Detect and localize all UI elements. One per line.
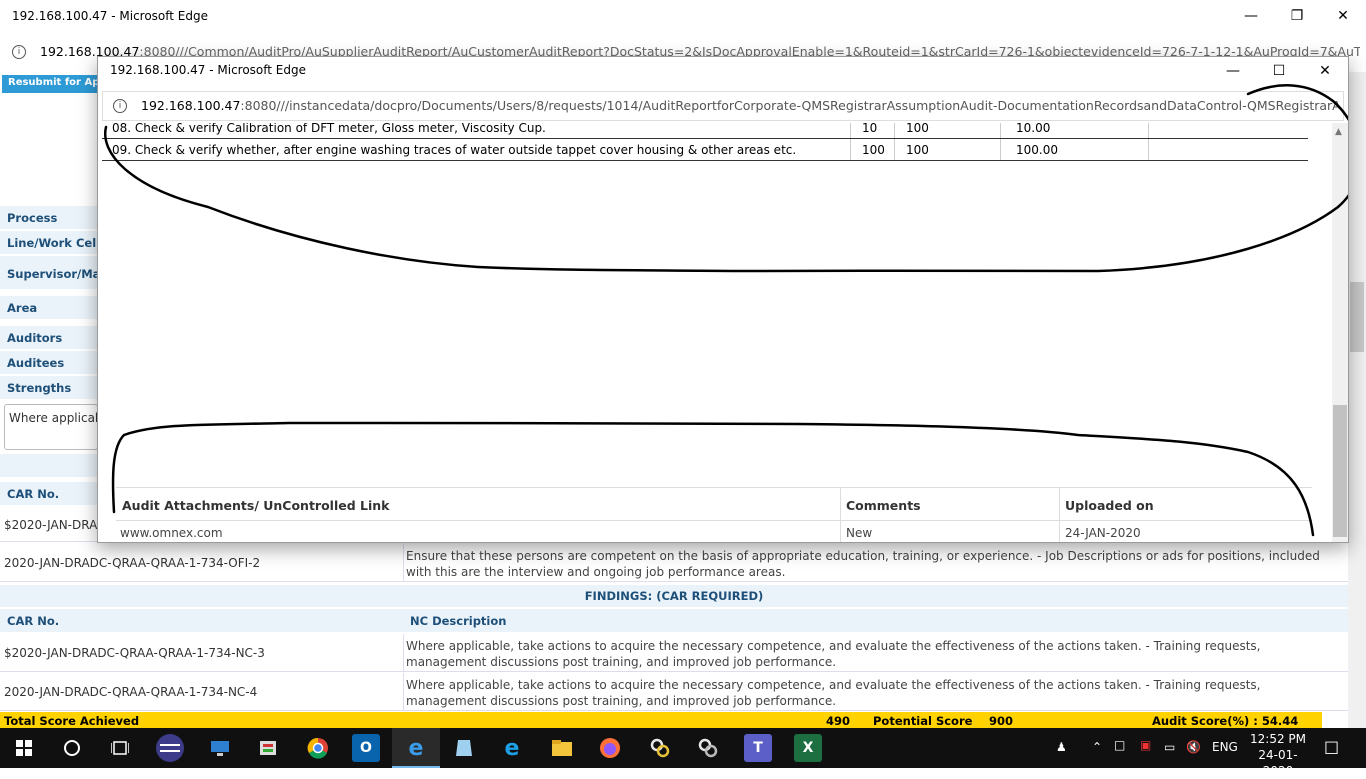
app-knot-icon-1[interactable] [646,734,674,762]
label-line-work-cell: Line/Work Cell: [0,231,100,255]
language-indicator[interactable]: ENG [1212,740,1238,754]
label-auditees: Auditees [0,351,100,375]
label-area: Area [0,296,100,320]
findings-title: FINDINGS: (CAR REQUIRED) [0,585,1348,607]
teams-icon[interactable]: T [744,734,772,762]
notifications-icon[interactable]: □ [1324,737,1339,756]
checklist-row-09-text: 09. Check & verify whether, after engine… [112,143,797,157]
popup-scrollbar[interactable]: ▲ [1332,123,1348,542]
checklist-row-08-b: 100 [906,123,929,135]
resubmit-button[interactable]: Resubmit for Appr [2,75,112,93]
popup-url-rest: :8080///instancedata/docpro/Documents/Us… [240,98,1339,113]
outer-scrollbar-thumb[interactable] [1350,282,1364,352]
label-auditors: Auditors [0,326,100,350]
popup-scrollbar-thumb[interactable] [1333,405,1347,537]
popup-minimize-icon[interactable]: — [1210,57,1256,85]
popup-close-icon[interactable]: ✕ [1302,57,1348,85]
checklist-row-08-a: 10 [862,123,878,135]
nc-header: CAR No. NC Description [0,609,1348,633]
taskbar: O e e T X ♟ ⌃ □ ▣ ▭ 🔇 ENG 12:52 PM 24-01… [0,728,1366,778]
nc-row-2-desc: Where applicable, take actions to acquir… [406,678,1261,708]
checklist-row-09-a: 100 [862,143,885,157]
app-globe-icon[interactable] [156,734,184,762]
attachment-row: www.omnex.com New 24-JAN-2020 [116,521,1312,542]
outer-scrollbar[interactable] [1348,72,1366,728]
outer-title-bar: 192.168.100.47 - Microsoft Edge — ❐ ✕ [0,0,1366,32]
excel-icon[interactable]: X [794,734,822,762]
total-score-label: Total Score Achieved [4,714,140,728]
tray-antivirus-icon[interactable]: ▣ [1140,738,1151,752]
popup-address-bar[interactable]: i 192.168.100.47:8080///instancedata/doc… [102,91,1344,121]
app-notepad-icon[interactable] [450,734,478,762]
nc-desc-header: NC Description [410,614,507,628]
total-score-bar: Total Score Achieved 490 Potential Score… [0,712,1322,728]
popup-url[interactable]: 192.168.100.47:8080///instancedata/docpr… [141,98,1339,113]
nc-row-1: $2020-JAN-DRADC-QRAA-QRAA-1-734-NC-3 Whe… [0,634,1348,672]
nc-row-2-car[interactable]: 2020-JAN-DRADC-QRAA-QRAA-1-734-NC-4 [4,685,257,699]
outlook-icon[interactable]: O [352,734,380,762]
audit-score-percent: Audit Score(%) : 54.44 [1152,714,1299,728]
checklist-row-08-text: 08. Check & verify Calibration of DFT me… [112,123,546,135]
chrome-icon[interactable] [304,734,332,762]
ofi-row-2: 2020-JAN-DRADC-QRAA-QRAA-1-734-OFI-2 Ens… [0,544,1348,582]
nc-row-1-desc: Where applicable, take actions to acquir… [406,639,1261,669]
app-tools-icon[interactable] [254,734,282,762]
attachment-comment: New [846,526,873,540]
ofi-car-header: CAR No. [7,487,60,501]
clock-time: 12:52 PM [1250,732,1306,746]
chevron-up-icon[interactable]: ⌃ [1092,740,1102,754]
volume-muted-icon[interactable]: 🔇 [1186,740,1201,754]
popup-title: 192.168.100.47 - Microsoft Edge [110,63,307,77]
windows-start-icon[interactable] [10,734,38,762]
app-remote-icon[interactable] [206,734,234,762]
attachments-col-link: Audit Attachments/ UnControlled Link [122,498,390,513]
clock[interactable]: 12:52 PM 24-01-2020 [1246,731,1310,779]
ofi-row-1-car[interactable]: $2020-JAN-DRA [4,518,97,532]
checklist-row-08: 08. Check & verify Calibration of DFT me… [102,123,1308,139]
internet-explorer-icon[interactable]: e [498,734,526,762]
ofi-row-2-car[interactable]: 2020-JAN-DRADC-QRAA-QRAA-1-734-OFI-2 [4,556,260,570]
outer-window-title: 192.168.100.47 - Microsoft Edge [12,9,209,23]
label-process: Process [0,206,100,230]
attachments-col-comments: Comments [846,498,921,513]
popup-window: 192.168.100.47 - Microsoft Edge — ☐ ✕ i … [97,56,1349,543]
firefox-icon[interactable] [596,734,624,762]
popup-url-host: 192.168.100.47 [141,98,241,113]
popup-info-icon[interactable]: i [113,99,127,113]
people-icon[interactable]: ♟ [1056,740,1067,754]
checklist-row-09-c: 100.00 [1016,143,1058,157]
potential-score-value: 900 [989,714,1014,728]
nc-row-2: 2020-JAN-DRADC-QRAA-QRAA-1-734-NC-4 Wher… [0,673,1348,711]
popup-content: 08. Check & verify Calibration of DFT me… [98,123,1332,542]
ofi-row-2-desc: Ensure that these persons are competent … [406,549,1320,579]
tray-app-icon[interactable]: □ [1114,738,1125,752]
search-icon[interactable] [58,734,86,762]
checklist-row-08-c: 10.00 [1016,123,1051,135]
task-view-icon[interactable] [106,734,134,762]
total-score-value: 490 [826,714,851,728]
attachment-uploaded: 24-JAN-2020 [1065,526,1141,540]
clock-date: 24-01-2020 [1258,748,1298,778]
minimize-icon[interactable]: — [1228,0,1274,32]
restore-icon[interactable]: ❐ [1274,0,1320,32]
label-strengths: Strengths [0,376,100,400]
attachment-link[interactable]: www.omnex.com [120,526,223,540]
attachments-col-uploaded: Uploaded on [1065,498,1154,513]
label-supervisor: Supervisor/Man [0,256,100,290]
attachments-header: Audit Attachments/ UnControlled Link Com… [116,487,1312,521]
checklist-row-09-b: 100 [906,143,929,157]
scroll-up-icon[interactable]: ▲ [1335,127,1342,137]
strengths-field[interactable]: Where applicab [4,404,98,450]
app-knot-icon-2[interactable] [694,734,722,762]
edge-icon[interactable]: e [402,734,430,762]
network-icon[interactable]: ▭ [1164,740,1175,754]
popup-maximize-icon[interactable]: ☐ [1256,57,1302,85]
potential-score-label: Potential Score [873,714,973,728]
checklist-row-09: 09. Check & verify whether, after engine… [102,139,1308,161]
info-icon[interactable]: i [12,45,26,59]
nc-row-1-car[interactable]: $2020-JAN-DRADC-QRAA-QRAA-1-734-NC-3 [4,646,265,660]
file-explorer-icon[interactable] [548,734,576,762]
nc-car-header: CAR No. [7,614,60,628]
close-icon[interactable]: ✕ [1320,0,1366,32]
